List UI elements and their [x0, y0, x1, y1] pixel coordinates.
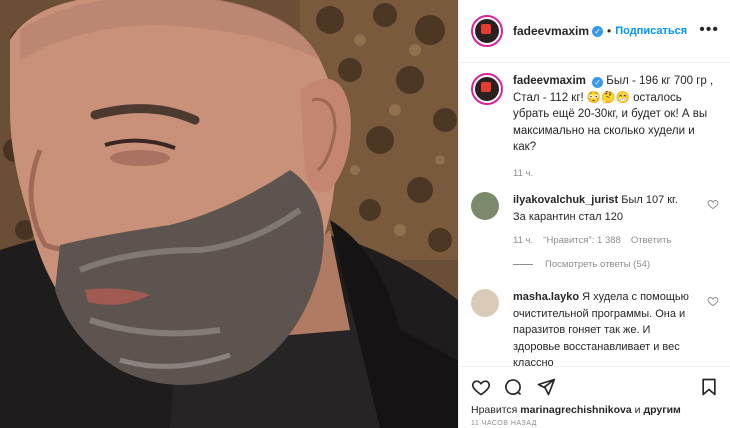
commenter-username[interactable]: ilyakovalchuk_jurist	[513, 194, 618, 206]
likes-user[interactable]: marinagrechishnikova	[520, 404, 631, 416]
more-options-icon[interactable]: •••	[699, 22, 719, 38]
bookmark-icon[interactable]	[699, 377, 719, 397]
likes-prefix: Нравится	[471, 404, 518, 416]
share-icon[interactable]	[536, 377, 556, 397]
post-photo-image	[0, 0, 458, 428]
commenter-avatar[interactable]	[471, 289, 499, 317]
comment-meta: 11 ч. "Нравится": 1 388 Ответить	[513, 235, 671, 246]
comment-like-heart-icon[interactable]	[707, 198, 719, 210]
header-separator: •	[607, 24, 612, 38]
replies-divider-line	[513, 264, 533, 265]
caption-time[interactable]: 11 ч.	[513, 166, 719, 183]
commenter-avatar[interactable]	[471, 192, 499, 220]
author-avatar[interactable]	[471, 15, 503, 47]
likes-others[interactable]: другим	[643, 404, 680, 416]
comment-like-heart-icon[interactable]	[707, 295, 719, 307]
verified-badge-icon: ✓	[592, 25, 604, 37]
heart-icon[interactable]	[471, 377, 491, 397]
caption-text-block: fadeevmaxim ✓ Был - 196 кг 700 гр , Стал…	[513, 73, 719, 182]
commenter-username[interactable]: masha.layko	[513, 291, 579, 303]
comment-time[interactable]: 11 ч.	[513, 235, 533, 246]
post-sidebar: fadeevmaxim ✓ • Подписаться ••• fadeevma…	[458, 0, 730, 428]
post-photo[interactable]	[0, 0, 458, 428]
view-replies-link[interactable]: Посмотреть ответы (54)	[513, 259, 650, 270]
view-replies-label: Посмотреть ответы (54)	[545, 259, 651, 270]
caption-verified-badge-icon: ✓	[592, 77, 604, 88]
follow-button[interactable]: Подписаться	[615, 25, 687, 37]
comment-body: masha.layko Я худела с помощью очистител…	[513, 289, 693, 366]
likes-summary: Нравится marinagrechishnikova и другим	[471, 404, 681, 416]
reply-button[interactable]: Ответить	[631, 235, 672, 246]
caption-username[interactable]: fadeevmaxim	[513, 75, 586, 87]
author-username[interactable]: fadeevmaxim	[513, 24, 589, 38]
comment-icon[interactable]	[503, 377, 523, 397]
likes-middle: и	[634, 404, 641, 416]
caption-avatar[interactable]	[471, 73, 503, 105]
comment-body: ilyakovalchuk_jurist Был 107 кг. За кара…	[513, 192, 693, 225]
post-header: fadeevmaxim ✓ • Подписаться •••	[459, 0, 730, 63]
comments-list[interactable]: fadeevmaxim ✓ Был - 196 кг 700 гр , Стал…	[459, 63, 730, 366]
comment-likes-count[interactable]: "Нравится": 1 388	[543, 235, 621, 246]
post-actions-bar: Нравится marinagrechishnikova и другим 1…	[459, 366, 730, 428]
posted-time[interactable]: 11 ЧАСОВ НАЗАД	[471, 420, 537, 427]
